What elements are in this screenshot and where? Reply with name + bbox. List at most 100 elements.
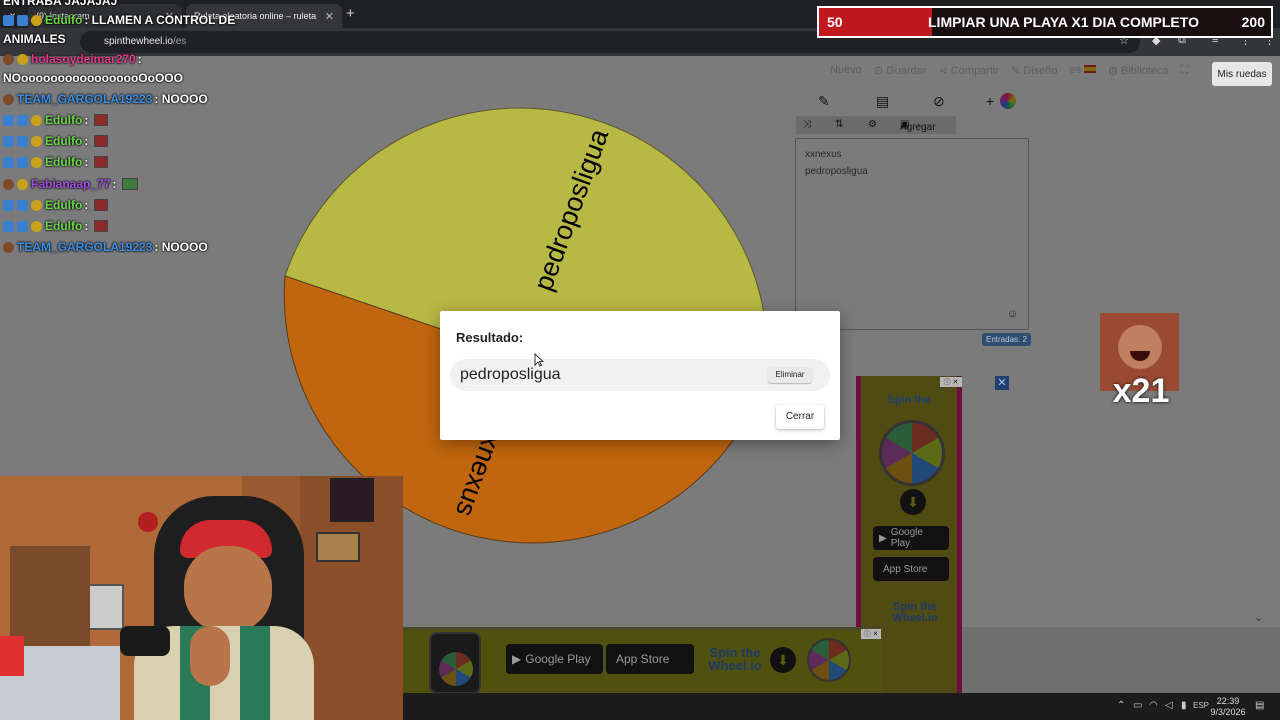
clipboard-icon[interactable]: ▤ bbox=[876, 93, 889, 110]
nav-share-label: Compartir bbox=[950, 65, 1000, 77]
taskbar: ⌃ ▭ ◠ ◁ ▮ ESP 22:39 9/3/2026 ▤ bbox=[403, 693, 1280, 720]
app-store-button[interactable]: App Store bbox=[606, 644, 694, 674]
chat-line: ENTRABA JAJAJAJ bbox=[3, 0, 117, 8]
chat-message: NOooooooooooooooooOoOOO bbox=[3, 71, 183, 85]
pencil-icon[interactable]: ✎ bbox=[818, 93, 830, 110]
add-icon[interactable]: + bbox=[986, 93, 994, 109]
clock-time: 22:39 bbox=[1216, 696, 1240, 706]
app-store-button[interactable]: App Store bbox=[873, 557, 949, 581]
chat-message: : bbox=[137, 52, 142, 66]
delete-button[interactable]: Eliminar bbox=[768, 367, 812, 383]
chat-message: : NOOOO bbox=[154, 240, 208, 254]
led-light bbox=[0, 636, 24, 676]
stream-chat-overlay: ENTRABA JAJAJAJ Edulfo : LLAMEN A CONTRO… bbox=[0, 0, 300, 260]
google-play-button[interactable]: ▶ Google Play bbox=[506, 644, 603, 674]
nav-design[interactable]: ✎ Diseño bbox=[1011, 64, 1058, 84]
color-wheel-icon[interactable] bbox=[1000, 93, 1016, 109]
chat-username: Edulfo bbox=[45, 13, 83, 27]
chevron-up-icon[interactable]: ⌃ bbox=[1117, 700, 1125, 711]
chat-username: Edulfo bbox=[45, 113, 83, 127]
chat-message: : bbox=[84, 113, 89, 127]
nav-share[interactable]: ⋖ Compartir bbox=[938, 64, 999, 84]
google-play-button[interactable]: ▶ Google Play bbox=[873, 526, 949, 550]
poster-image bbox=[330, 478, 374, 522]
chat-message: : bbox=[84, 219, 89, 233]
chat-line: Edulfo : LLAMEN A CONTROL DE bbox=[3, 13, 235, 27]
emote-icon bbox=[94, 199, 109, 211]
chat-message: : LLAMEN A CONTROL DE bbox=[84, 13, 236, 27]
nav-language-label: es bbox=[1069, 64, 1082, 76]
close-button[interactable]: Cerrar bbox=[776, 405, 824, 429]
entries-textarea[interactable]: xxnexus pedroposligua ☺ bbox=[795, 138, 1029, 330]
wifi-icon[interactable]: ◠ bbox=[1149, 700, 1158, 711]
shuffle-icon[interactable]: ⤨ bbox=[803, 119, 811, 130]
my-wheels-button[interactable]: Mis ruedas bbox=[1212, 62, 1272, 86]
add-label: Agregar bbox=[900, 122, 936, 133]
site-nav: Nuevo ⊙ Guardar ⋖ Compartir ✎ Diseño es … bbox=[830, 64, 1188, 84]
sub-badge-icon bbox=[3, 14, 14, 26]
sort-icon[interactable]: ⇅ bbox=[835, 119, 843, 130]
chat-line: Fabianaap_77 : bbox=[3, 177, 139, 191]
ad-wheel-image bbox=[879, 420, 945, 486]
chat-message: ANIMALES bbox=[3, 32, 66, 46]
chat-line: Edulfo : bbox=[3, 198, 109, 212]
nav-new[interactable]: Nuevo bbox=[830, 64, 862, 84]
add-image-button[interactable]: Agregar ▣ bbox=[900, 119, 936, 133]
goal-text: LIMPIAR UNA PLAYA X1 DIA COMPLETO bbox=[928, 14, 1199, 30]
nav-library[interactable]: ◍ Biblioteca bbox=[1108, 64, 1168, 84]
network-icon[interactable]: ▭ bbox=[1133, 700, 1142, 711]
close-icon[interactable]: ✕ bbox=[325, 10, 334, 23]
emoji-icon[interactable]: ☺ bbox=[1007, 306, 1018, 323]
chat-username: TEAM_GARGOLA19223 bbox=[17, 240, 153, 254]
user-badge-icon bbox=[3, 178, 14, 190]
chat-line: TEAM_GARGOLA19223 : NOOOO bbox=[3, 92, 208, 106]
nav-save[interactable]: ⊙ Guardar bbox=[874, 64, 927, 84]
sub-badge-icon bbox=[17, 114, 28, 126]
crown-badge-icon bbox=[17, 178, 28, 190]
chat-username: TEAM_GARGOLA19223 bbox=[17, 92, 153, 106]
chat-message: : bbox=[112, 177, 117, 191]
chevron-down-icon[interactable]: ⌄ bbox=[1254, 611, 1263, 624]
fullscreen-icon[interactable]: ⛶ bbox=[1181, 64, 1189, 84]
sub-badge-icon bbox=[3, 135, 14, 147]
settings-icon[interactable]: ⚙ bbox=[868, 119, 877, 130]
editor-actions: ⤨ ⇅ ⚙ Agregar ▣ bbox=[796, 116, 956, 134]
chat-username: Edulfo bbox=[45, 219, 83, 233]
laughing-face-emote-icon bbox=[1118, 325, 1162, 369]
webcam-feed bbox=[0, 476, 403, 720]
clock-date: 9/3/2026 bbox=[1210, 707, 1246, 717]
ad-brand: Spin the Wheel.io bbox=[875, 602, 955, 624]
new-tab-icon[interactable]: + bbox=[346, 5, 355, 22]
entry-count-badge: Entradas: 2 bbox=[982, 333, 1031, 346]
download-icon[interactable]: ⬇ bbox=[770, 647, 796, 673]
chat-username: Edulfo bbox=[45, 155, 83, 169]
poster-image bbox=[316, 532, 360, 562]
streamer-hands bbox=[190, 626, 230, 686]
ad-bottom-banner[interactable]: ▶ Google Play App Store Spin the Wheel.io … bbox=[403, 627, 883, 694]
volume-icon[interactable]: ◁ bbox=[1165, 700, 1173, 711]
emote-icon bbox=[94, 220, 109, 232]
chat-username: Edulfo bbox=[45, 198, 83, 212]
eye-off-icon[interactable]: ⊘ bbox=[933, 93, 945, 110]
emote-icon bbox=[94, 135, 109, 147]
ad-info-icon[interactable]: ⓘ ✕ bbox=[861, 629, 881, 639]
chat-message: : bbox=[84, 134, 89, 148]
sub-badge-icon bbox=[17, 14, 28, 26]
download-icon[interactable]: ⬇ bbox=[900, 489, 926, 515]
clock[interactable]: 22:39 9/3/2026 bbox=[1203, 696, 1253, 718]
coin-badge-icon bbox=[31, 199, 42, 211]
entry-line: pedroposligua bbox=[805, 166, 868, 177]
close-icon[interactable]: ✕ bbox=[995, 376, 1009, 390]
stream-goal-bar: 50 LIMPIAR UNA PLAYA X1 DIA COMPLETO 200 bbox=[817, 6, 1273, 38]
chat-message: ENTRABA JAJAJAJ bbox=[3, 0, 118, 8]
chat-username: Edulfo bbox=[45, 134, 83, 148]
result-row: pedroposligua Eliminar bbox=[450, 359, 830, 391]
nav-save-label: Guardar bbox=[886, 65, 927, 77]
battery-icon[interactable]: ▮ bbox=[1181, 700, 1187, 711]
ad-wheel-image bbox=[439, 652, 473, 686]
nav-language[interactable]: es bbox=[1070, 64, 1097, 84]
notification-icon[interactable]: ▤ bbox=[1255, 700, 1264, 711]
emote-icon bbox=[122, 178, 139, 190]
ad-info-icon[interactable]: ⓘ ✕ bbox=[940, 377, 962, 387]
ad-wheel-image bbox=[807, 638, 851, 682]
